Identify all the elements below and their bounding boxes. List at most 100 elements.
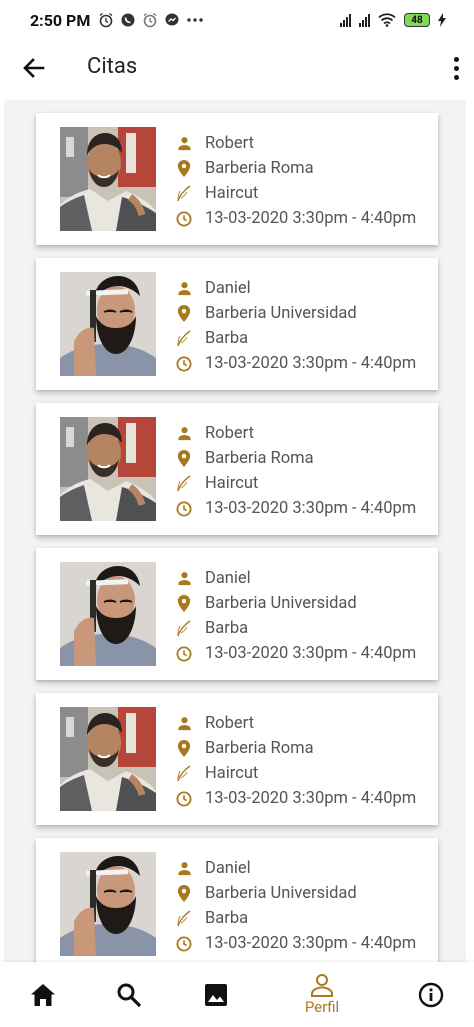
person-icon xyxy=(176,716,192,732)
appointment-card[interactable]: Robert Barberia Roma Haircut 13-03-2020 3:3… xyxy=(36,693,438,825)
signal-icon xyxy=(359,13,370,27)
client-name: Robert xyxy=(205,424,254,443)
home-icon xyxy=(31,983,55,1006)
shop-row: Barberia Roma xyxy=(176,446,416,471)
clock-icon xyxy=(176,211,192,227)
person-icon xyxy=(176,571,192,587)
app-bar: Citas xyxy=(0,40,474,96)
clock-icon xyxy=(176,501,192,517)
service-row: Barba xyxy=(176,616,416,641)
service-name: Haircut xyxy=(205,764,259,783)
client-photo xyxy=(60,272,156,376)
shop-name: Barberia Roma xyxy=(205,159,314,178)
datetime-row: 13-03-2020 3:30pm - 4:40pm xyxy=(176,641,416,666)
nav-profile-label: Perfil xyxy=(304,998,340,1016)
datetime-row: 13-03-2020 3:30pm - 4:40pm xyxy=(176,931,416,956)
appointment-info: Daniel Barberia Universidad Barba 13-03-202… xyxy=(176,566,416,666)
person-icon xyxy=(176,136,192,152)
appointment-datetime: 13-03-2020 3:30pm - 4:40pm xyxy=(205,644,417,663)
service-name: Barba xyxy=(205,329,249,348)
client-name: Robert xyxy=(205,134,254,153)
client-photo xyxy=(60,127,156,231)
razor-icon xyxy=(176,185,192,202)
notification-icons xyxy=(98,12,204,28)
clock-icon xyxy=(176,646,192,662)
client-row: Daniel xyxy=(176,856,416,881)
location-pin-icon xyxy=(176,305,192,322)
razor-icon xyxy=(176,330,192,347)
nav-search[interactable] xyxy=(114,962,144,1027)
nav-info[interactable] xyxy=(416,962,446,1027)
datetime-row: 13-03-2020 3:30pm - 4:40pm xyxy=(176,206,416,231)
shop-row: Barberia Universidad xyxy=(176,881,416,906)
appointment-card[interactable]: Robert Barberia Roma Haircut 13-03-2020 3:3… xyxy=(36,113,438,245)
client-photo xyxy=(60,707,156,811)
overflow-menu-button[interactable] xyxy=(446,54,466,82)
location-pin-icon xyxy=(176,160,192,177)
clock-icon xyxy=(176,356,192,372)
whatsapp-icon xyxy=(121,13,135,27)
service-row: Haircut xyxy=(176,471,416,496)
client-row: Daniel xyxy=(176,566,416,591)
charging-icon xyxy=(438,13,446,27)
shop-name: Barberia Universidad xyxy=(205,594,357,613)
image-icon xyxy=(205,983,227,1006)
appointment-info: Daniel Barberia Universidad Barba 13-03-202… xyxy=(176,276,416,376)
wifi-icon xyxy=(378,13,396,27)
client-name: Robert xyxy=(205,714,254,733)
appointment-datetime: 13-03-2020 3:30pm - 4:40pm xyxy=(205,789,417,808)
shop-row: Barberia Universidad xyxy=(176,591,416,616)
client-row: Daniel xyxy=(176,276,416,301)
client-row: Robert xyxy=(176,421,416,446)
datetime-row: 13-03-2020 3:30pm - 4:40pm xyxy=(176,786,416,811)
nav-gallery[interactable] xyxy=(201,962,231,1027)
nav-home[interactable] xyxy=(26,962,60,1027)
person-icon xyxy=(176,426,192,442)
more-dots-icon xyxy=(187,18,204,22)
battery-indicator: 48 xyxy=(404,13,430,27)
location-pin-icon xyxy=(176,595,192,612)
shop-name: Barberia Roma xyxy=(205,739,314,758)
appointment-info: Robert Barberia Roma Haircut 13-03-2020 3:3… xyxy=(176,711,416,811)
appointment-info: Robert Barberia Roma Haircut 13-03-2020 3:3… xyxy=(176,421,416,521)
status-right: 48 xyxy=(340,13,446,27)
appointment-info: Robert Barberia Roma Haircut 13-03-2020 3:3… xyxy=(176,131,416,231)
shop-name: Barberia Roma xyxy=(205,449,314,468)
clock-icon xyxy=(176,936,192,952)
razor-icon xyxy=(176,620,192,637)
alarm-icon xyxy=(143,12,157,28)
shop-name: Barberia Universidad xyxy=(205,304,357,323)
appointment-datetime: 13-03-2020 3:30pm - 4:40pm xyxy=(205,499,417,518)
client-row: Robert xyxy=(176,131,416,156)
shop-row: Barberia Roma xyxy=(176,156,416,181)
client-name: Daniel xyxy=(205,279,251,298)
appointments-list[interactable]: Robert Barberia Roma Haircut 13-03-2020 3:3… xyxy=(4,100,466,962)
back-button[interactable] xyxy=(20,54,48,82)
razor-icon xyxy=(176,475,192,492)
page-title: Citas xyxy=(87,54,138,79)
appointment-datetime: 13-03-2020 3:30pm - 4:40pm xyxy=(205,934,417,953)
signal-icon xyxy=(340,13,351,27)
appointment-info: Daniel Barberia Universidad Barba 13-03-202… xyxy=(176,856,416,956)
bottom-nav: Perfil xyxy=(0,962,474,1027)
location-pin-icon xyxy=(176,740,192,757)
datetime-row: 13-03-2020 3:30pm - 4:40pm xyxy=(176,351,416,376)
person-icon xyxy=(311,974,333,997)
arrow-back-icon xyxy=(23,58,45,78)
razor-icon xyxy=(176,765,192,782)
alarm-icon xyxy=(99,12,113,28)
location-pin-icon xyxy=(176,885,192,902)
appointment-card[interactable]: Daniel Barberia Universidad Barba 13-03-202… xyxy=(36,838,438,962)
clock-icon xyxy=(176,791,192,807)
person-icon xyxy=(176,281,192,297)
shop-name: Barberia Universidad xyxy=(205,884,357,903)
client-photo xyxy=(60,562,156,666)
status-left: 2:50 PM xyxy=(30,11,204,30)
service-name: Barba xyxy=(205,619,249,638)
service-row: Barba xyxy=(176,326,416,351)
appointment-card[interactable]: Daniel Barberia Universidad Barba 13-03-202… xyxy=(36,258,438,390)
nav-profile[interactable]: Perfil xyxy=(296,962,348,1027)
appointment-card[interactable]: Robert Barberia Roma Haircut 13-03-2020 3:3… xyxy=(36,403,438,535)
appointment-card[interactable]: Daniel Barberia Universidad Barba 13-03-202… xyxy=(36,548,438,680)
shop-row: Barberia Roma xyxy=(176,736,416,761)
